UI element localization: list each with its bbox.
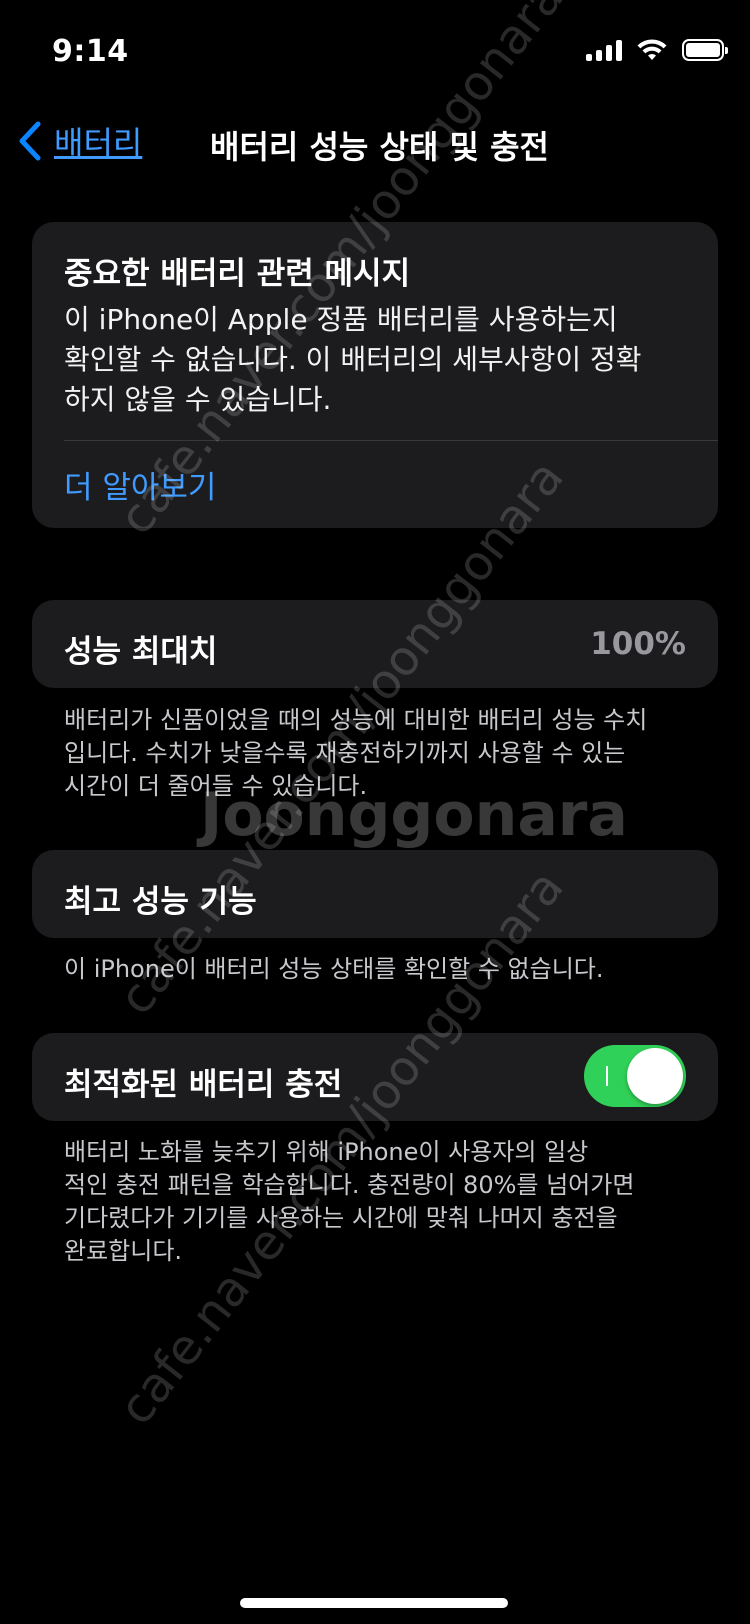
status-time: 9:14 xyxy=(52,34,129,69)
maximum-capacity-row: 성능 최대치 100% xyxy=(32,600,718,688)
peak-performance-label: 최고 성능 기능 xyxy=(64,884,257,920)
battery-message-title: 중요한 배터리 관련 메시지 xyxy=(64,256,411,292)
battery-full-icon xyxy=(682,39,728,61)
toggle-knob xyxy=(627,1048,683,1104)
optimized-charging-row: 최적화된 배터리 충전 xyxy=(32,1033,718,1121)
status-icons xyxy=(586,38,728,62)
optimized-charging-toggle[interactable] xyxy=(584,1045,686,1107)
maximum-capacity-value: 100% xyxy=(590,626,686,662)
divider xyxy=(64,440,718,441)
battery-message-line: 이 iPhone이 Apple 정품 배터리를 사용하는지 xyxy=(64,303,618,336)
wifi-icon xyxy=(637,39,667,60)
learn-more-link[interactable]: 더 알아보기 xyxy=(64,462,216,507)
optimized-charging-footnote: 배터리 노화를 늦추기 위해 iPhone이 사용자의 일상 적인 충전 패턴을… xyxy=(64,1136,704,1268)
home-indicator[interactable] xyxy=(240,1598,508,1608)
cellular-signal-icon xyxy=(586,39,622,61)
battery-message-body: 이 iPhone이 Apple 정품 배터리를 사용하는지 확인할 수 없습니다… xyxy=(64,300,694,420)
footnote-line: 기다렸다가 기기를 사용하는 시간에 맞춰 나머지 충전을 xyxy=(64,1204,618,1232)
battery-message-card: 중요한 배터리 관련 메시지 이 iPhone이 Apple 정품 배터리를 사… xyxy=(32,222,718,528)
footnote-line: 입니다. 수치가 낮을수록 재충전하기까지 사용할 수 있는 xyxy=(64,739,626,767)
peak-performance-row: 최고 성능 기능 xyxy=(32,850,718,938)
chevron-left-icon xyxy=(19,121,41,161)
footnote-line: 이 iPhone이 배터리 성능 상태를 확인할 수 없습니다. xyxy=(64,955,604,983)
footnote-line: 배터리 노화를 늦추기 위해 iPhone이 사용자의 일상 xyxy=(64,1138,589,1166)
maximum-capacity-label: 성능 최대치 xyxy=(64,634,218,670)
footnote-line: 시간이 더 줄어들 수 있습니다. xyxy=(64,772,368,800)
optimized-charging-label: 최적화된 배터리 충전 xyxy=(64,1067,343,1103)
page-title: 배터리 성능 상태 및 충전 xyxy=(210,128,549,166)
battery-health-screen: 9:14 배터리 배터리 성능 상태 및 충전 중요한 배터리 관련 메시지 이… xyxy=(0,0,750,1624)
toggle-on-mark xyxy=(606,1066,608,1086)
footnote-line: 배터리가 신품이었을 때의 성능에 대비한 배터리 성능 수치 xyxy=(64,706,648,734)
back-button-label: 배터리 xyxy=(54,124,143,162)
back-button[interactable]: 배터리 xyxy=(16,118,142,164)
footnote-line: 완료합니다. xyxy=(64,1237,183,1265)
footnote-line: 적인 충전 패턴을 학습합니다. 충전량이 80%를 넘어가면 xyxy=(64,1171,635,1199)
battery-message-line: 하지 않을 수 있습니다. xyxy=(64,383,332,416)
maximum-capacity-footnote: 배터리가 신품이었을 때의 성능에 대비한 배터리 성능 수치 입니다. 수치가… xyxy=(64,704,704,803)
peak-performance-footnote: 이 iPhone이 배터리 성능 상태를 확인할 수 없습니다. xyxy=(64,953,704,986)
battery-message-line: 확인할 수 없습니다. 이 배터리의 세부사항이 정확 xyxy=(64,343,642,376)
